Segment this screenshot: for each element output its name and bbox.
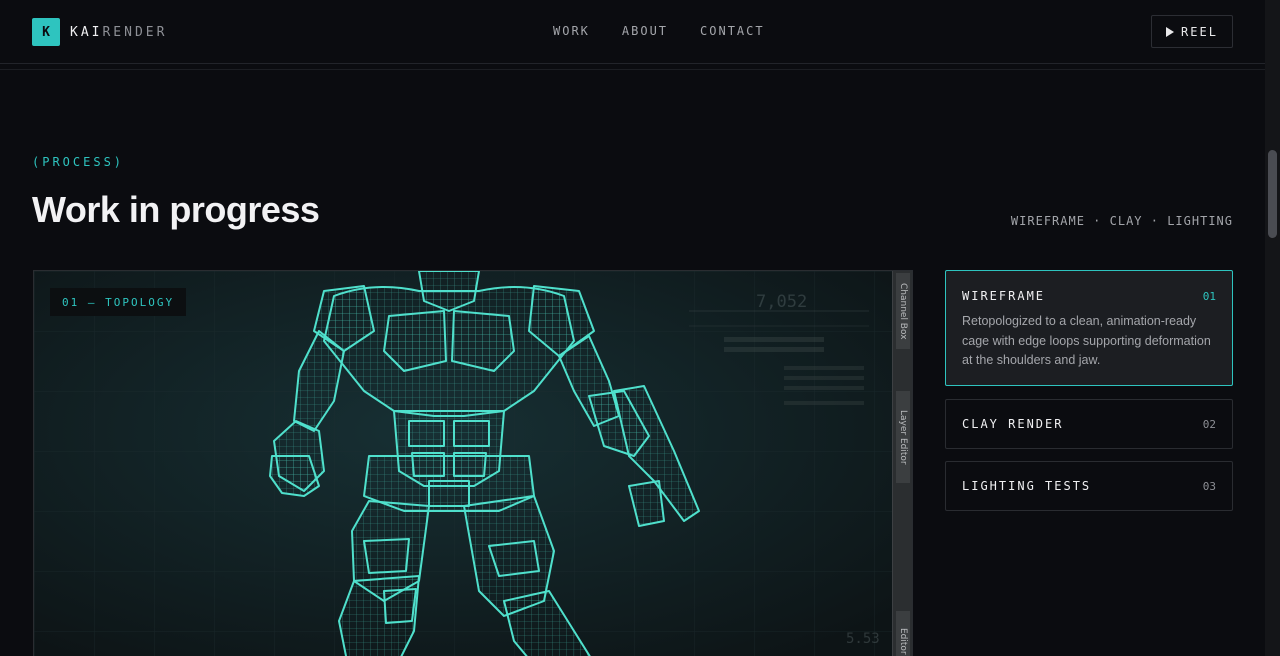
main-nav: WORK ABOUT CONTACT	[553, 24, 765, 38]
viewport-readout-small: 5.53	[846, 631, 880, 647]
side-tab-editor[interactable]: Editor	[896, 611, 910, 656]
logo[interactable]: K KAIRENDER	[32, 18, 167, 46]
process-card-wireframe[interactable]: WIREFRAME 01 Retopologized to a clean, a…	[945, 270, 1233, 386]
process-card-clay-render[interactable]: CLAY RENDER 02	[945, 399, 1233, 449]
nav-link-contact[interactable]: CONTACT	[700, 24, 765, 38]
reel-button[interactable]: REEL	[1151, 15, 1233, 48]
logo-mark: K	[32, 18, 60, 46]
section-stages: WIREFRAME · CLAY · LIGHTING	[1010, 214, 1233, 228]
nav-link-about[interactable]: ABOUT	[622, 24, 668, 38]
logo-wordmark-primary: KAI	[70, 24, 103, 40]
card-title: LIGHTING TESTS	[962, 479, 1092, 493]
wireframe-render: 7,052 5.53	[34, 271, 912, 656]
site-header: K KAIRENDER WORK ABOUT CONTACT REEL	[0, 0, 1265, 64]
card-number: 03	[1202, 480, 1216, 493]
scrollbar-thumb[interactable]	[1268, 150, 1277, 238]
viewport-readout: 7,052	[756, 292, 807, 312]
card-title: WIREFRAME	[962, 289, 1046, 303]
section-eyebrow: (PROCESS)	[32, 155, 125, 169]
nav-link-work[interactable]: WORK	[553, 24, 590, 38]
card-title: CLAY RENDER	[962, 417, 1064, 431]
process-card-lighting-tests[interactable]: LIGHTING TESTS 03	[945, 461, 1233, 511]
card-number: 01	[1202, 290, 1216, 303]
side-tab-channel-box[interactable]: Channel Box	[896, 273, 910, 349]
reel-button-label: REEL	[1181, 24, 1218, 39]
side-tab-layer-editor[interactable]: Layer Editor	[896, 391, 910, 483]
logo-wordmark: KAIRENDER	[70, 25, 167, 40]
section-title: Work in progress	[32, 189, 320, 230]
card-description: Retopologized to a clean, animation-read…	[962, 314, 1211, 367]
header-divider	[0, 69, 1265, 70]
logo-wordmark-secondary: RENDER	[102, 24, 168, 40]
play-icon	[1166, 26, 1175, 37]
topology-viewport: 7,052 5.53 01 — TOPOLOGY Channel Box Lay…	[33, 270, 913, 656]
page-scrollbar[interactable]	[1265, 0, 1280, 656]
card-number: 02	[1202, 418, 1216, 431]
viewport-label: 01 — TOPOLOGY	[50, 288, 187, 316]
viewport-side-panel: Channel Box Layer Editor Editor	[892, 271, 912, 656]
